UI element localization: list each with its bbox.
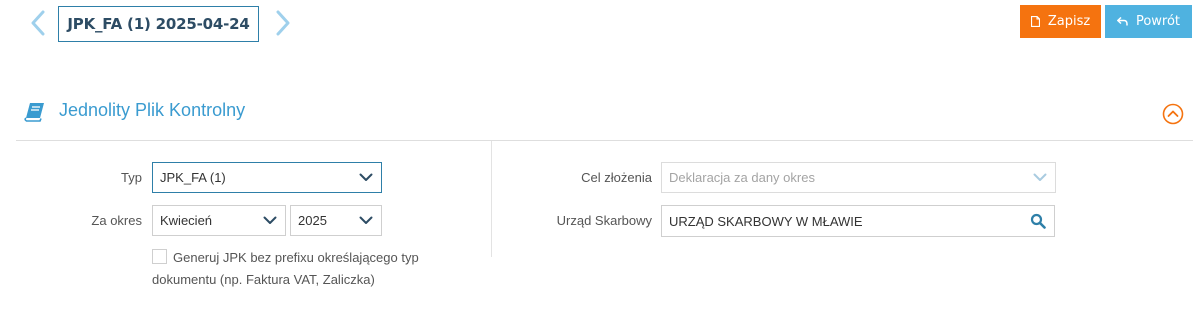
section-divider	[16, 140, 1193, 141]
next-document-button[interactable]	[271, 8, 295, 38]
chevron-right-icon	[276, 10, 290, 36]
chevron-left-icon	[31, 10, 45, 36]
no-prefix-checkbox-label: Generuj JPK bez prefixu określającego ty…	[152, 250, 419, 287]
column-divider	[491, 141, 492, 257]
save-button[interactable]: Zapisz	[1020, 5, 1101, 38]
no-prefix-checkbox[interactable]	[152, 249, 167, 264]
back-button[interactable]: Powrót	[1105, 5, 1192, 38]
chevron-up-circle-icon[interactable]	[1162, 103, 1184, 125]
cel-select[interactable]: Deklaracja za dany okres	[661, 162, 1056, 193]
book-icon	[24, 103, 44, 122]
search-icon[interactable]	[1030, 213, 1046, 229]
prev-document-button[interactable]	[26, 8, 50, 38]
typ-select[interactable]: JPK_FA (1)	[152, 162, 382, 193]
chevron-down-icon	[263, 216, 277, 224]
document-icon	[1030, 16, 1040, 27]
document-title: JPK_FA (1) 2025-04-24	[58, 6, 259, 42]
reply-arrow-icon	[1116, 17, 1128, 26]
urzad-field-value: URZĄD SKARBOWY W MŁAWIE	[669, 213, 863, 229]
urzad-search-field[interactable]: URZĄD SKARBOWY W MŁAWIE	[661, 205, 1055, 237]
year-select-value: 2025	[298, 213, 327, 228]
month-select[interactable]: Kwiecień	[152, 205, 286, 236]
section-title: Jednolity Plik Kontrolny	[59, 100, 246, 120]
typ-select-value: JPK_FA (1)	[160, 170, 226, 185]
month-select-value: Kwiecień	[160, 213, 213, 228]
chevron-down-icon	[359, 173, 373, 181]
cel-label: Cel złożenia	[581, 170, 652, 185]
okres-label: Za okres	[91, 213, 142, 228]
chevron-down-icon	[359, 216, 373, 224]
year-select[interactable]: 2025	[290, 205, 382, 236]
chevron-down-icon	[1033, 173, 1047, 181]
urzad-label: Urząd Skarbowy	[556, 213, 652, 228]
typ-label: Typ	[121, 170, 142, 185]
back-button-label: Powrót	[1135, 14, 1181, 29]
cel-select-value: Deklaracja za dany okres	[669, 170, 815, 185]
save-button-label: Zapisz	[1047, 14, 1091, 29]
